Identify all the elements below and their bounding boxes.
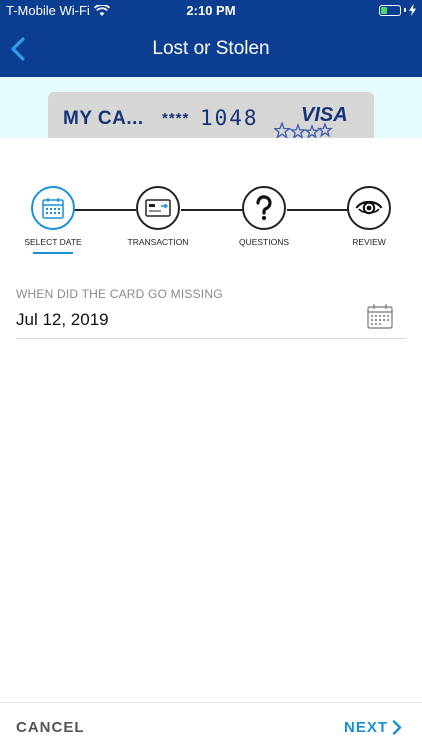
step-questions[interactable]: QUESTIONS bbox=[214, 186, 314, 247]
next-button-label: NEXT bbox=[343, 719, 388, 736]
date-picker-button[interactable] bbox=[366, 302, 394, 330]
eye-icon bbox=[355, 200, 383, 215]
navigation-bar: Lost or Stolen bbox=[0, 22, 422, 77]
step-review-label: REVIEW bbox=[352, 237, 386, 247]
battery-icon bbox=[379, 4, 401, 16]
progress-stepper: SELECT DATE TRANSACTION QUESTIONS REVIEW bbox=[0, 186, 422, 258]
next-button[interactable]: NEXT bbox=[344, 719, 402, 736]
credit-card: MY CA... **** 1048 VISA bbox=[48, 92, 374, 138]
step-transaction[interactable]: TRANSACTION bbox=[108, 186, 208, 247]
missing-date-field[interactable]: WHEN DID THE CARD GO MISSING Jul 12, 201… bbox=[16, 285, 406, 339]
card-stars-decoration bbox=[274, 122, 334, 138]
battery-indicator bbox=[379, 4, 416, 16]
chevron-right-icon bbox=[392, 720, 402, 735]
cancel-button[interactable]: CANCEL bbox=[16, 719, 85, 736]
status-time: 2:10 PM bbox=[186, 3, 236, 18]
step-transaction-label: TRANSACTION bbox=[127, 237, 189, 247]
step-review[interactable]: REVIEW bbox=[319, 186, 419, 247]
status-bar: T-Mobile Wi-Fi 2:10 PM bbox=[0, 0, 422, 22]
step-transaction-circle bbox=[136, 186, 180, 230]
calendar-icon bbox=[42, 198, 64, 219]
step-questions-label: QUESTIONS bbox=[238, 237, 290, 247]
step-select-date-label: SELECT DATE bbox=[24, 237, 82, 247]
step-review-circle bbox=[347, 186, 391, 230]
question-icon bbox=[256, 195, 272, 221]
missing-date-value[interactable]: Jul 12, 2019 bbox=[16, 310, 109, 330]
card-name: MY CA... bbox=[63, 108, 144, 129]
credit-card-icon bbox=[145, 199, 171, 217]
footer-bar: CANCEL NEXT bbox=[0, 702, 422, 750]
card-number-mask: **** bbox=[162, 110, 190, 127]
step-select-date-circle bbox=[31, 186, 75, 230]
charging-bolt-icon bbox=[409, 4, 416, 16]
missing-date-label: WHEN DID THE CARD GO MISSING bbox=[16, 287, 223, 301]
calendar-icon bbox=[367, 304, 393, 329]
step-questions-circle bbox=[242, 186, 286, 230]
card-summary-area: MY CA... **** 1048 VISA bbox=[0, 77, 422, 138]
page-title: Lost or Stolen bbox=[152, 38, 270, 59]
step-select-date[interactable]: SELECT DATE bbox=[3, 186, 103, 254]
card-last-digits: 1048 bbox=[200, 106, 259, 130]
active-step-indicator bbox=[33, 252, 73, 254]
